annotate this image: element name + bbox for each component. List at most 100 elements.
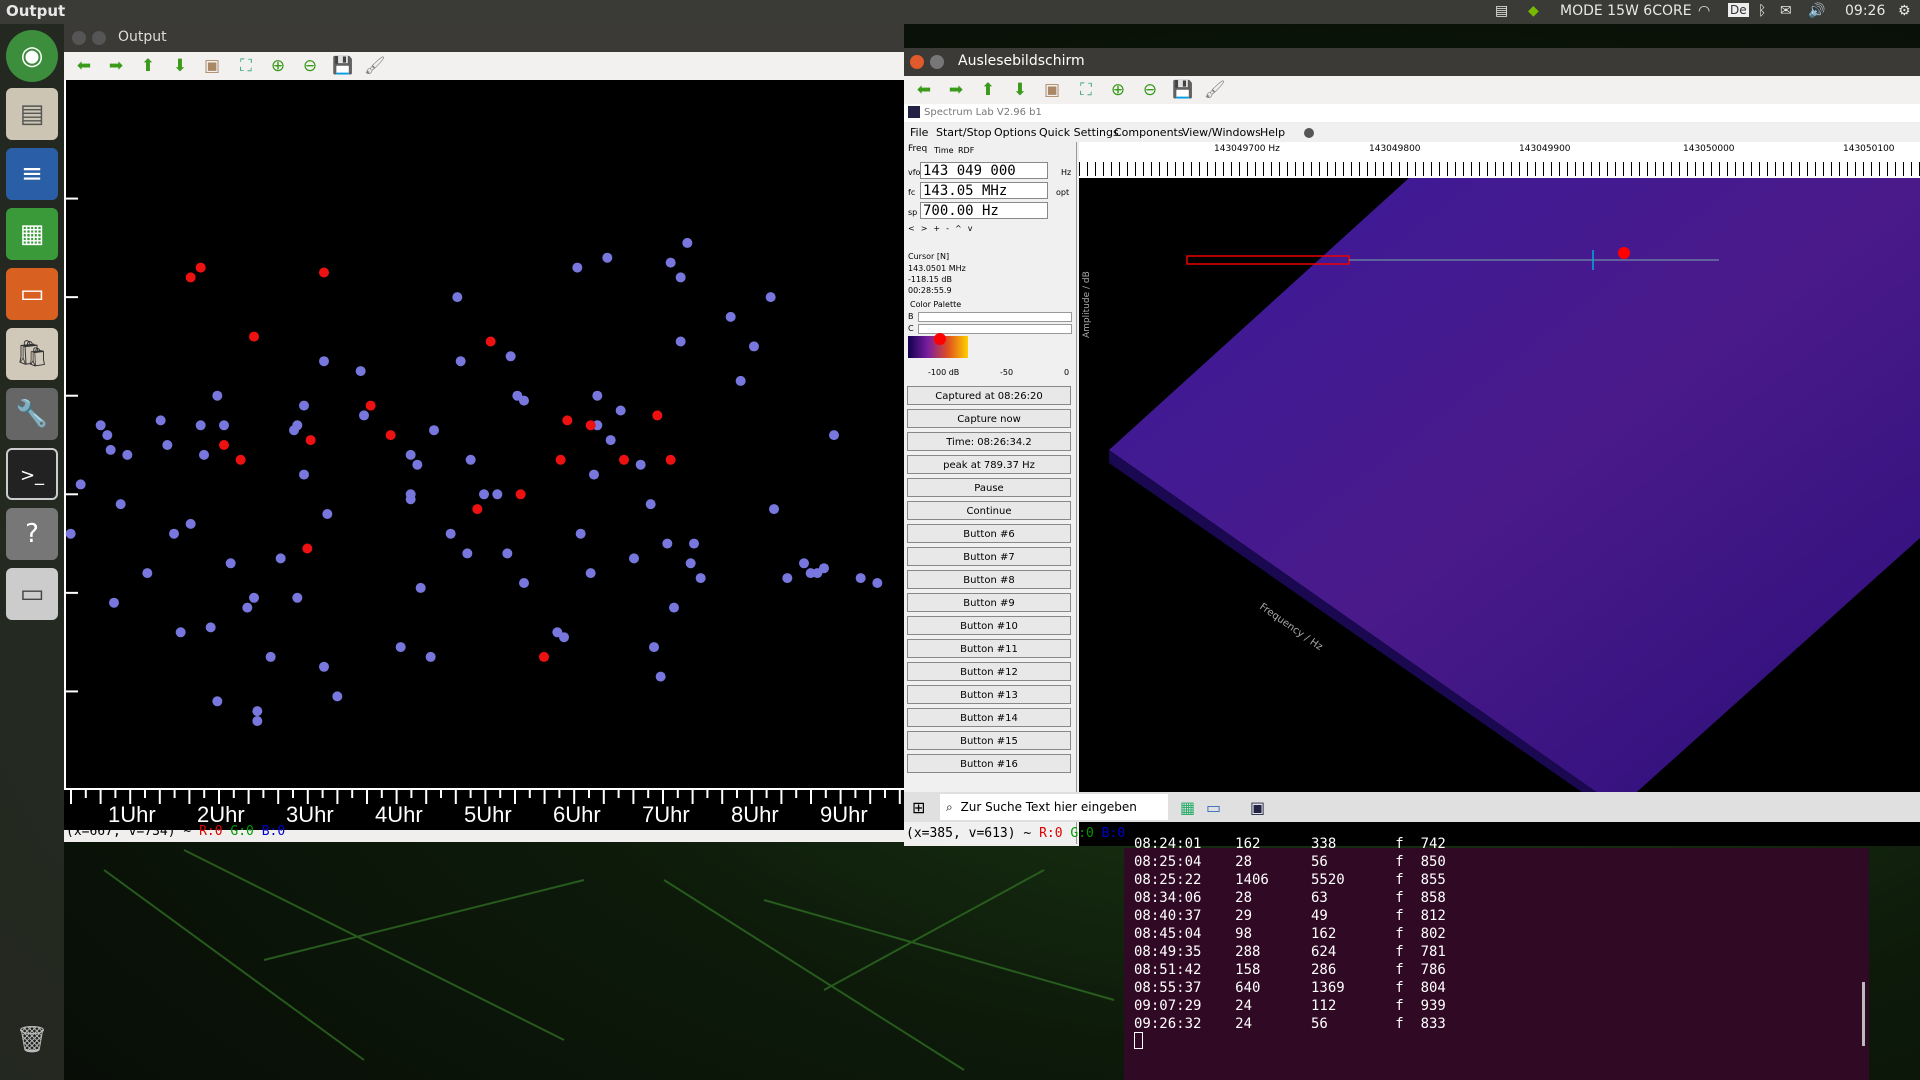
forward-arrow-icon[interactable]: ➡ [946,80,966,100]
gear-icon[interactable]: ⚙ [1898,3,1911,19]
zoom-in-icon[interactable]: ⊕ [1108,80,1128,100]
button-7[interactable]: Button #7 [907,547,1071,566]
output-title-bar[interactable]: Output [64,24,904,52]
capture-now-button[interactable]: Capture now [907,409,1071,428]
forward-arrow-icon[interactable]: ➡ [106,56,126,76]
menu-components[interactable]: Components [1114,126,1184,139]
down-arrow-icon[interactable]: ⬇ [1010,80,1030,100]
scatter-plot[interactable]: 1Uhr 2Uhr 3Uhr 4Uhr 5Uhr 6Uhr 7Uhr 8Uhr 9Uhr [64,80,904,830]
waterfall-3d-view[interactable]: Frequency / Hz Amplitude / dB [1079,178,1920,846]
save-icon[interactable]: 💾 [1172,80,1193,100]
time-button[interactable]: Time: 08:26:34.2 [907,432,1071,451]
tab-rdf[interactable]: RDF [958,146,974,155]
zoom-in-icon[interactable]: ⊕ [268,56,288,76]
mail-icon[interactable]: ✉ [1780,3,1792,19]
zoom-out-icon[interactable]: ⊖ [300,56,320,76]
fc-field[interactable]: 143.05 MHz [920,182,1048,199]
brush-icon[interactable]: 🖌 [1204,80,1226,100]
fc-opt[interactable]: opt [1056,188,1069,197]
x-tick [173,790,176,798]
wifi-icon[interactable]: ◠ [1698,3,1710,19]
close-button[interactable] [72,31,86,45]
terminal-scrollbar[interactable] [1862,982,1865,1046]
freq-tick-2: 143049800 [1369,144,1421,154]
bluetooth-icon[interactable]: ᛒ [1758,3,1766,19]
status-g: G:0 [1070,826,1094,841]
back-arrow-icon[interactable]: ⬅ [74,56,94,76]
button-13[interactable]: Button #13 [907,685,1071,704]
menu-view-windows[interactable]: View/Windows [1182,126,1261,139]
gpu-mode-indicator[interactable]: MODE 15W 6CORE [1560,3,1692,19]
spectrum-lab-taskbar-icon[interactable]: ▣ [1250,798,1265,817]
up-arrow-icon[interactable]: ⬆ [978,80,998,100]
scatter-point [735,375,746,386]
close-button[interactable] [910,55,924,69]
x-tick [795,790,798,798]
image-icon[interactable]: ▣ [1042,80,1062,100]
drive-icon[interactable]: ▭ [6,568,58,620]
writer-icon[interactable]: ≡ [6,148,58,200]
terminal-icon[interactable]: >_ [6,448,58,500]
brush-icon[interactable]: 🖌 [364,56,386,76]
frequency-ruler[interactable]: 143049700 Hz 143049800 143049900 1430500… [1079,142,1920,178]
button-12[interactable]: Button #12 [907,662,1071,681]
continue-button[interactable]: Continue [907,501,1071,520]
impress-icon[interactable]: ▭ [6,268,58,320]
sp-field[interactable]: 700.00 Hz [920,202,1048,219]
fit-icon[interactable]: ⛶ [1076,80,1096,100]
app-icon[interactable]: ▭ [1206,798,1221,817]
fit-icon[interactable]: ⛶ [236,56,256,76]
software-center-icon[interactable]: 🛍 [6,328,58,380]
button-14[interactable]: Button #14 [907,708,1071,727]
menu-help[interactable]: Help [1260,126,1285,139]
button-11[interactable]: Button #11 [907,639,1071,658]
menu-options[interactable]: Options [994,126,1036,139]
button-9[interactable]: Button #9 [907,593,1071,612]
tab-freq[interactable]: Freq [908,144,927,154]
peak-button[interactable]: peak at 789.37 Hz [907,455,1071,474]
clock[interactable]: 09:26 [1845,3,1885,19]
taskbar-search[interactable]: ⌕ Zur Suche Text hier eingeben [940,794,1168,820]
trash-icon[interactable]: 🗑 [6,1014,58,1066]
calculator-icon[interactable]: ▦ [1180,798,1195,817]
nvidia-icon[interactable]: ◆ [1528,3,1539,19]
scatter-point [185,518,196,529]
up-arrow-icon[interactable]: ⬆ [138,56,158,76]
minimize-button[interactable] [930,55,944,69]
minimize-button[interactable] [92,31,106,45]
help-icon[interactable]: ? [6,508,58,560]
vfo-field[interactable]: 143 049 000 [920,162,1048,179]
record-icon[interactable] [1304,128,1314,138]
button-16[interactable]: Button #16 [907,754,1071,773]
scatter-point [242,602,253,613]
tab-time[interactable]: Time [934,146,954,155]
files-icon[interactable]: ▤ [6,88,58,140]
menu-file[interactable]: File [910,126,928,139]
down-arrow-icon[interactable]: ⬇ [170,56,190,76]
button-8[interactable]: Button #8 [907,570,1071,589]
keyboard-layout[interactable]: De [1728,3,1749,17]
volume-icon[interactable]: 🔊 [1808,3,1825,19]
button-15[interactable]: Button #15 [907,731,1071,750]
pause-button[interactable]: Pause [907,478,1071,497]
button-6[interactable]: Button #6 [907,524,1071,543]
settings-icon[interactable]: 🔧 [6,388,58,440]
y-axis-line [64,80,66,790]
scatter-point [299,469,309,480]
windows-start-icon[interactable]: ⊞ [912,798,925,817]
auslese-title-bar[interactable]: Auslesebildschirm [904,48,1920,76]
step-buttons[interactable]: <>+-^v [908,224,1008,236]
button-10[interactable]: Button #10 [907,616,1071,635]
back-arrow-icon[interactable]: ⬅ [914,80,934,100]
clipboard-icon[interactable]: ▤ [1495,3,1508,19]
save-icon[interactable]: 💾 [332,56,353,76]
menu-start-stop[interactable]: Start/Stop [936,126,992,139]
menu-quick-settings[interactable]: Quick Settings [1039,126,1119,139]
zoom-out-icon[interactable]: ⊖ [1140,80,1160,100]
image-icon[interactable]: ▣ [202,56,222,76]
brightness-slider[interactable] [918,312,1072,322]
terminal-window[interactable]: 08:24:01 162 338 f 742 08:25:04 28 56 f 8… [1124,836,1869,1080]
dash-icon[interactable]: ◉ [6,30,58,82]
calc-icon[interactable]: ▦ [6,208,58,260]
captured-button[interactable]: Captured at 08:26:20 [907,386,1071,405]
